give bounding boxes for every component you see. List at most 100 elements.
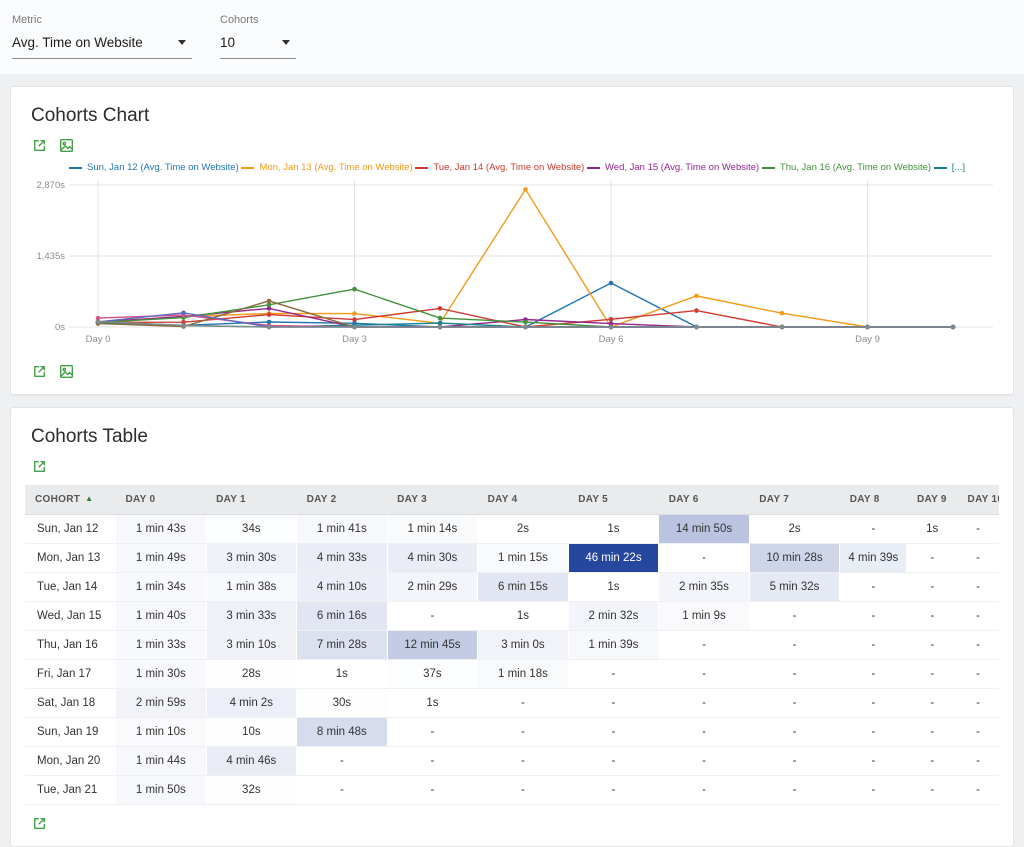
- cohort-label: Sun, Jan 12: [25, 515, 116, 544]
- legend-item[interactable]: [...]: [934, 162, 965, 173]
- series-point: [694, 308, 699, 313]
- cohort-value-cell: 2 min 35s: [659, 573, 750, 602]
- legend-item[interactable]: Sun, Jan 12 (Avg. Time on Website): [69, 162, 239, 173]
- column-header-day[interactable]: DAY 7: [749, 485, 840, 515]
- series-point: [352, 287, 357, 292]
- cohort-value-cell: -: [387, 602, 478, 631]
- cohort-value-cell: 6 min 15s: [478, 573, 569, 602]
- metric-select[interactable]: Avg. Time on Website: [12, 33, 192, 59]
- export-icon[interactable]: [31, 458, 48, 475]
- cohort-value-cell: -: [749, 747, 840, 776]
- cohorts-chart-card: Cohorts Chart Sun, Jan 12 (Avg. Time on …: [10, 86, 1014, 395]
- chart-toolbar-bottom: [25, 353, 999, 382]
- cohort-value-cell: 1s: [478, 602, 569, 631]
- legend-item[interactable]: Mon, Jan 13 (Avg. Time on Website): [241, 162, 412, 173]
- chart-title: Cohorts Chart: [25, 101, 999, 127]
- column-header-day[interactable]: DAY 3: [387, 485, 478, 515]
- cohorts-table-card: Cohorts Table COHORT▲DAY 0DAY 1DAY 2DAY …: [10, 407, 1014, 847]
- cohort-label: Tue, Jan 21: [25, 776, 116, 805]
- cohort-value-cell: 4 min 33s: [297, 544, 388, 573]
- cohort-value-cell: -: [840, 660, 907, 689]
- column-header-day[interactable]: DAY 0: [116, 485, 207, 515]
- cohort-value-cell: -: [659, 544, 750, 573]
- column-header-day[interactable]: DAY 9: [907, 485, 958, 515]
- image-export-icon[interactable]: [58, 363, 75, 380]
- cohort-value-cell: 5 min 32s: [749, 573, 840, 602]
- cohort-value-cell: 1 min 34s: [116, 573, 207, 602]
- cohort-value-cell: 1s: [297, 660, 388, 689]
- cohort-value-cell: -: [659, 776, 750, 805]
- column-header-day[interactable]: DAY 1: [206, 485, 297, 515]
- series-point: [438, 316, 443, 321]
- column-header-label: DAY 6: [669, 494, 699, 505]
- series-point: [523, 325, 528, 330]
- cohort-value-cell: 1s: [568, 515, 659, 544]
- column-header-label: DAY 9: [917, 494, 947, 505]
- cohort-value-cell: -: [840, 747, 907, 776]
- cohort-value-cell: -: [907, 602, 958, 631]
- column-header-day[interactable]: DAY 5: [568, 485, 659, 515]
- cohort-value-cell: -: [568, 689, 659, 718]
- cohort-value-cell: -: [840, 515, 907, 544]
- filter-bar: Metric Avg. Time on Website Cohorts 10: [0, 0, 1024, 74]
- legend-item[interactable]: Wed, Jan 15 (Avg. Time on Website): [587, 162, 759, 173]
- cohort-value-cell: 1 min 39s: [568, 631, 659, 660]
- cohort-value-cell: 2 min 29s: [387, 573, 478, 602]
- cohort-value-cell: 4 min 46s: [206, 747, 297, 776]
- series-point: [951, 325, 956, 330]
- cohort-value-cell: 2 min 59s: [116, 689, 207, 718]
- cohort-value-cell: 3 min 10s: [206, 631, 297, 660]
- table-row: Tue, Jan 141 min 34s1 min 38s4 min 10s2 …: [25, 573, 999, 602]
- cohort-value-cell: 12 min 45s: [387, 631, 478, 660]
- column-header-day[interactable]: DAY 10: [958, 485, 999, 515]
- legend-label: [...]: [952, 162, 965, 173]
- cohort-value-cell: -: [907, 660, 958, 689]
- column-header-day[interactable]: DAY 6: [659, 485, 750, 515]
- cohorts-line-chart[interactable]: 0s1,435s2,870sDay 0Day 3Day 6Day 9: [25, 175, 999, 353]
- table-toolbar-top: [25, 448, 999, 477]
- cohort-value-cell: -: [659, 660, 750, 689]
- cohort-value-cell: 1 min 49s: [116, 544, 207, 573]
- export-icon[interactable]: [31, 363, 48, 380]
- caret-down-icon: [282, 40, 290, 45]
- cohort-label: Sun, Jan 19: [25, 718, 116, 747]
- legend-label: Thu, Jan 16 (Avg. Time on Website): [780, 162, 931, 173]
- cohorts-select[interactable]: 10: [220, 33, 296, 59]
- cohort-value-cell: 1s: [387, 689, 478, 718]
- x-axis-label: Day 3: [342, 334, 367, 345]
- cohort-value-cell: 37s: [387, 660, 478, 689]
- series-point: [181, 323, 186, 328]
- legend-item[interactable]: Thu, Jan 16 (Avg. Time on Website): [762, 162, 931, 173]
- export-icon[interactable]: [31, 137, 48, 154]
- series-point: [780, 311, 785, 316]
- legend-color-dash: [762, 167, 775, 169]
- cohort-value-cell: 30s: [297, 689, 388, 718]
- cohort-value-cell: -: [840, 602, 907, 631]
- series-line: [98, 189, 953, 327]
- cohort-value-cell: -: [840, 573, 907, 602]
- cohort-value-cell: -: [840, 776, 907, 805]
- legend-item[interactable]: Tue, Jan 14 (Avg. Time on Website): [415, 162, 584, 173]
- cohort-value-cell: -: [568, 776, 659, 805]
- cohort-value-cell: 1 min 38s: [206, 573, 297, 602]
- column-header-day[interactable]: DAY 4: [478, 485, 569, 515]
- table-header-row: COHORT▲DAY 0DAY 1DAY 2DAY 3DAY 4 DAY 5 DAY…: [25, 485, 999, 515]
- cohort-value-cell: 1 min 33s: [116, 631, 207, 660]
- column-header-day[interactable]: DAY 8: [840, 485, 907, 515]
- column-header-label: DAY 5: [578, 494, 608, 505]
- legend-label: Wed, Jan 15 (Avg. Time on Website): [605, 162, 759, 173]
- cohort-value-cell: -: [907, 747, 958, 776]
- table-title: Cohorts Table: [25, 422, 999, 448]
- column-header-label: DAY 8: [850, 494, 880, 505]
- chart-legend: Sun, Jan 12 (Avg. Time on Website)Mon, J…: [25, 156, 999, 175]
- cohort-value-cell: 1 min 30s: [116, 660, 207, 689]
- export-icon[interactable]: [31, 815, 48, 832]
- cohort-value-cell: -: [659, 718, 750, 747]
- column-header-cohort[interactable]: COHORT▲: [25, 485, 116, 515]
- table-row: Mon, Jan 131 min 49s3 min 30s4 min 33s4 …: [25, 544, 999, 573]
- cohort-value-cell: 1s: [907, 515, 958, 544]
- image-export-icon[interactable]: [58, 137, 75, 154]
- cohort-value-cell: -: [749, 776, 840, 805]
- cohort-value-cell: 32s: [206, 776, 297, 805]
- column-header-day[interactable]: DAY 2: [297, 485, 388, 515]
